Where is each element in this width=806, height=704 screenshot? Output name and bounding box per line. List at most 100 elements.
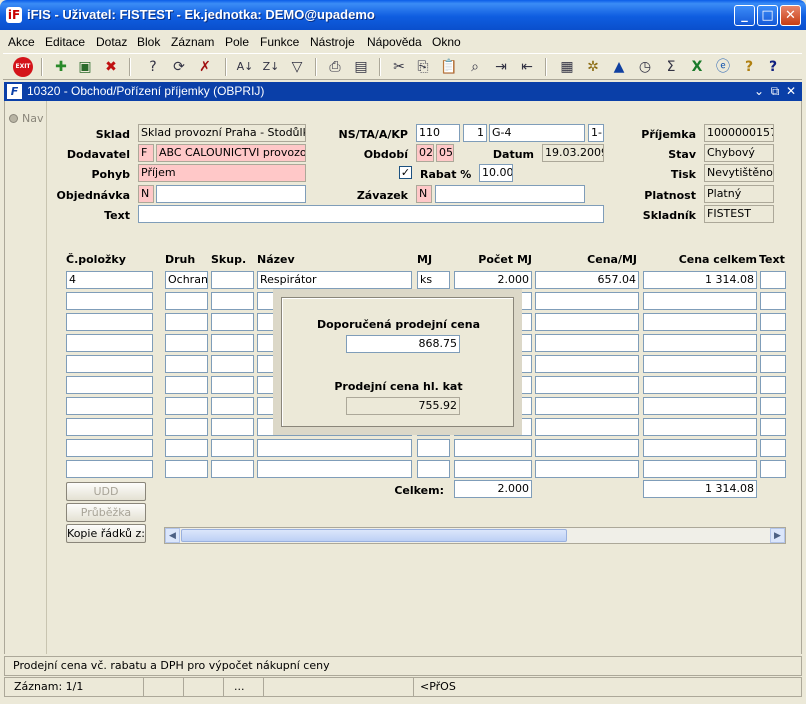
cell-cena-mj[interactable]: 657.04 [535,271,639,289]
copy-icon[interactable]: ⎘ [413,57,433,77]
cell-polozka[interactable] [66,313,153,331]
cell-polozka[interactable] [66,334,153,352]
cell-cena-mj[interactable] [535,334,639,352]
cell-text[interactable] [760,397,786,415]
cut-icon[interactable]: ✂ [389,57,409,77]
obdobi-field-1[interactable]: 02 [416,144,434,162]
zavazek-field[interactable] [435,185,585,203]
cell-text[interactable] [760,313,786,331]
cell-polozka[interactable] [66,460,153,478]
cell-druh[interactable] [165,418,208,436]
save-icon[interactable]: ▣ [75,57,95,77]
settings-icon[interactable]: ✲ [583,57,603,77]
pohyb-field[interactable]: Příjem [138,164,306,182]
cell-mj[interactable] [417,439,450,457]
triangle-icon[interactable]: ▲ [609,57,629,77]
cell-skup[interactable] [211,313,254,331]
cell-druh[interactable] [165,334,208,352]
menu-editace[interactable]: Editace [45,35,85,49]
cell-skup[interactable] [211,439,254,457]
cell-skup[interactable] [211,271,254,289]
menu-dotaz[interactable]: Dotaz [96,35,127,49]
cell-druh[interactable] [165,376,208,394]
rabat-checkbox[interactable]: ✓ [399,166,412,179]
cell-text[interactable] [760,376,786,394]
dodavatel-field[interactable]: ABC CALOUNICTVI provozovna [156,144,306,162]
cell-cena-mj[interactable] [535,460,639,478]
cell-text[interactable] [760,292,786,310]
cell-cena-celkem[interactable] [643,313,757,331]
cell-polozka[interactable] [66,355,153,373]
close-button[interactable]: ✕ [780,5,801,26]
cell-polozka[interactable] [66,376,153,394]
filter-icon[interactable]: ▽ [287,57,307,77]
cell-cena-celkem[interactable] [643,355,757,373]
menu-zaznam[interactable]: Záznam [171,35,214,49]
cell-cena-celkem[interactable] [643,376,757,394]
inner-minimize-icon[interactable]: ⌄ [752,83,766,99]
cell-cena-celkem[interactable] [643,334,757,352]
clock-icon[interactable]: ◷ [635,57,655,77]
cell-nazev[interactable] [257,460,412,478]
cell-polozka[interactable] [66,418,153,436]
obdobi-field-2[interactable]: 05 [436,144,454,162]
cell-druh[interactable] [165,460,208,478]
indent-icon[interactable]: ⇥ [491,57,511,77]
inner-restore-icon[interactable]: ⧉ [768,83,782,99]
cell-druh[interactable] [165,313,208,331]
cell-skup[interactable] [211,292,254,310]
print-preview-icon[interactable]: ▤ [351,57,371,77]
scroll-left-icon[interactable]: ◀ [165,528,180,543]
skladnik-field[interactable]: FISTEST [704,205,774,223]
cell-text[interactable] [760,271,786,289]
help-question-icon[interactable]: ? [739,57,759,77]
a-field[interactable]: G-4 [489,124,585,142]
cell-cena-celkem[interactable] [643,397,757,415]
cell-druh[interactable] [165,439,208,457]
menu-blok[interactable]: Blok [137,35,160,49]
nav-radio[interactable] [9,114,18,123]
cell-cena-celkem[interactable]: 1 314.08 [643,271,757,289]
help-icon[interactable]: ? [763,57,783,77]
objednavka-code-field[interactable]: N [138,185,154,203]
sum-icon[interactable]: Σ [661,57,681,77]
cell-cena-mj[interactable] [535,313,639,331]
cell-cena-celkem[interactable] [643,439,757,457]
outdent-icon[interactable]: ⇤ [517,57,537,77]
cell-skup[interactable] [211,397,254,415]
cell-polozka[interactable] [66,292,153,310]
sort-desc-icon[interactable]: Z↓ [261,57,281,77]
cell-cena-mj[interactable] [535,355,639,373]
cell-druh[interactable] [165,292,208,310]
minimize-button[interactable]: _ [734,5,755,26]
cell-skup[interactable] [211,418,254,436]
web-icon[interactable]: ⓔ [713,57,733,77]
sklad-field[interactable]: Sklad provozní Praha - Stodůlky [138,124,306,142]
cell-skup[interactable] [211,334,254,352]
horizontal-scrollbar[interactable]: ◀ ▶ [164,527,786,544]
cell-text[interactable] [760,334,786,352]
cell-cena-mj[interactable] [535,439,639,457]
cell-cena-mj[interactable] [535,418,639,436]
sort-asc-icon[interactable]: A↓ [235,57,255,77]
cell-mj[interactable] [417,460,450,478]
prubezka-button[interactable]: Průběžka [66,503,146,522]
zavazek-code-field[interactable]: N [416,185,432,203]
excel-icon[interactable]: X [687,57,707,77]
cell-pocet[interactable]: 2.000 [454,271,532,289]
cell-druh[interactable]: Ochranné [165,271,208,289]
cell-text[interactable] [760,355,786,373]
cell-skup[interactable] [211,355,254,373]
cell-text[interactable] [760,439,786,457]
cell-mj[interactable]: ks [417,271,450,289]
cell-polozka[interactable] [66,397,153,415]
cell-text[interactable] [760,460,786,478]
menu-pole[interactable]: Pole [225,35,249,49]
cell-text[interactable] [760,418,786,436]
execute-query-icon[interactable]: ⟳ [169,57,189,77]
dodavatel-code-field[interactable]: F [138,144,154,162]
tisk-field[interactable]: Nevytištěno [704,164,774,182]
objednavka-field[interactable] [156,185,306,203]
maximize-button[interactable]: □ [757,5,778,26]
print-icon[interactable]: ⎙ [325,57,345,77]
